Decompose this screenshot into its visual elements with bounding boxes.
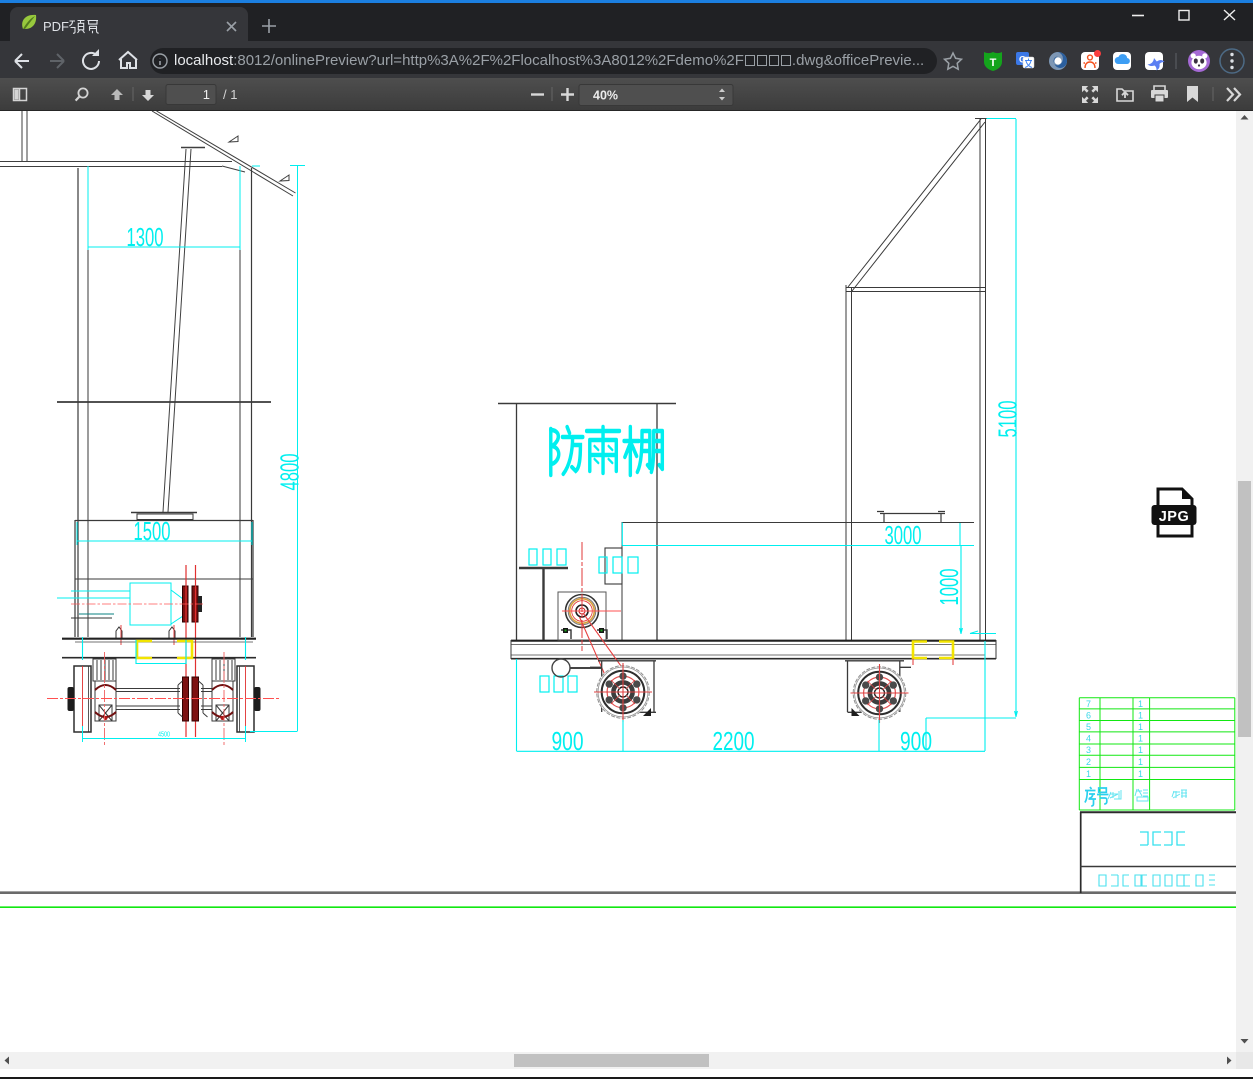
svg-text:1300: 1300	[127, 222, 164, 252]
svg-text:2: 2	[1086, 757, 1091, 767]
svg-text:1: 1	[1138, 722, 1143, 732]
svg-text:900: 900	[900, 726, 932, 756]
svg-text:4800: 4800	[275, 454, 305, 491]
svg-text:PDF: PDF	[43, 19, 69, 34]
svg-text:T: T	[990, 57, 997, 69]
svg-text:1: 1	[1138, 745, 1143, 755]
svg-text:4500: 4500	[158, 732, 170, 739]
svg-text:40%: 40%	[593, 89, 618, 103]
svg-text:2200: 2200	[713, 726, 755, 756]
svg-text:1500: 1500	[134, 516, 171, 546]
svg-text:1: 1	[1138, 710, 1143, 720]
svg-text:1: 1	[1086, 769, 1091, 779]
svg-text:5100: 5100	[993, 401, 1023, 438]
svg-text:1000: 1000	[934, 569, 964, 606]
svg-text:1: 1	[1138, 757, 1143, 767]
svg-text:/ 1: / 1	[223, 87, 237, 102]
svg-text:3: 3	[1086, 745, 1091, 755]
svg-text:7: 7	[1086, 699, 1091, 709]
svg-text:4: 4	[1086, 734, 1091, 744]
svg-text:1: 1	[1138, 769, 1143, 779]
svg-text:5: 5	[1086, 722, 1091, 732]
svg-text:JPG: JPG	[1159, 509, 1190, 525]
svg-text:6: 6	[1086, 710, 1091, 720]
svg-text:1: 1	[1138, 734, 1143, 744]
svg-text:1: 1	[203, 87, 210, 102]
svg-text:1: 1	[1138, 699, 1143, 709]
svg-text:900: 900	[552, 726, 584, 756]
svg-text:3000: 3000	[885, 520, 922, 550]
